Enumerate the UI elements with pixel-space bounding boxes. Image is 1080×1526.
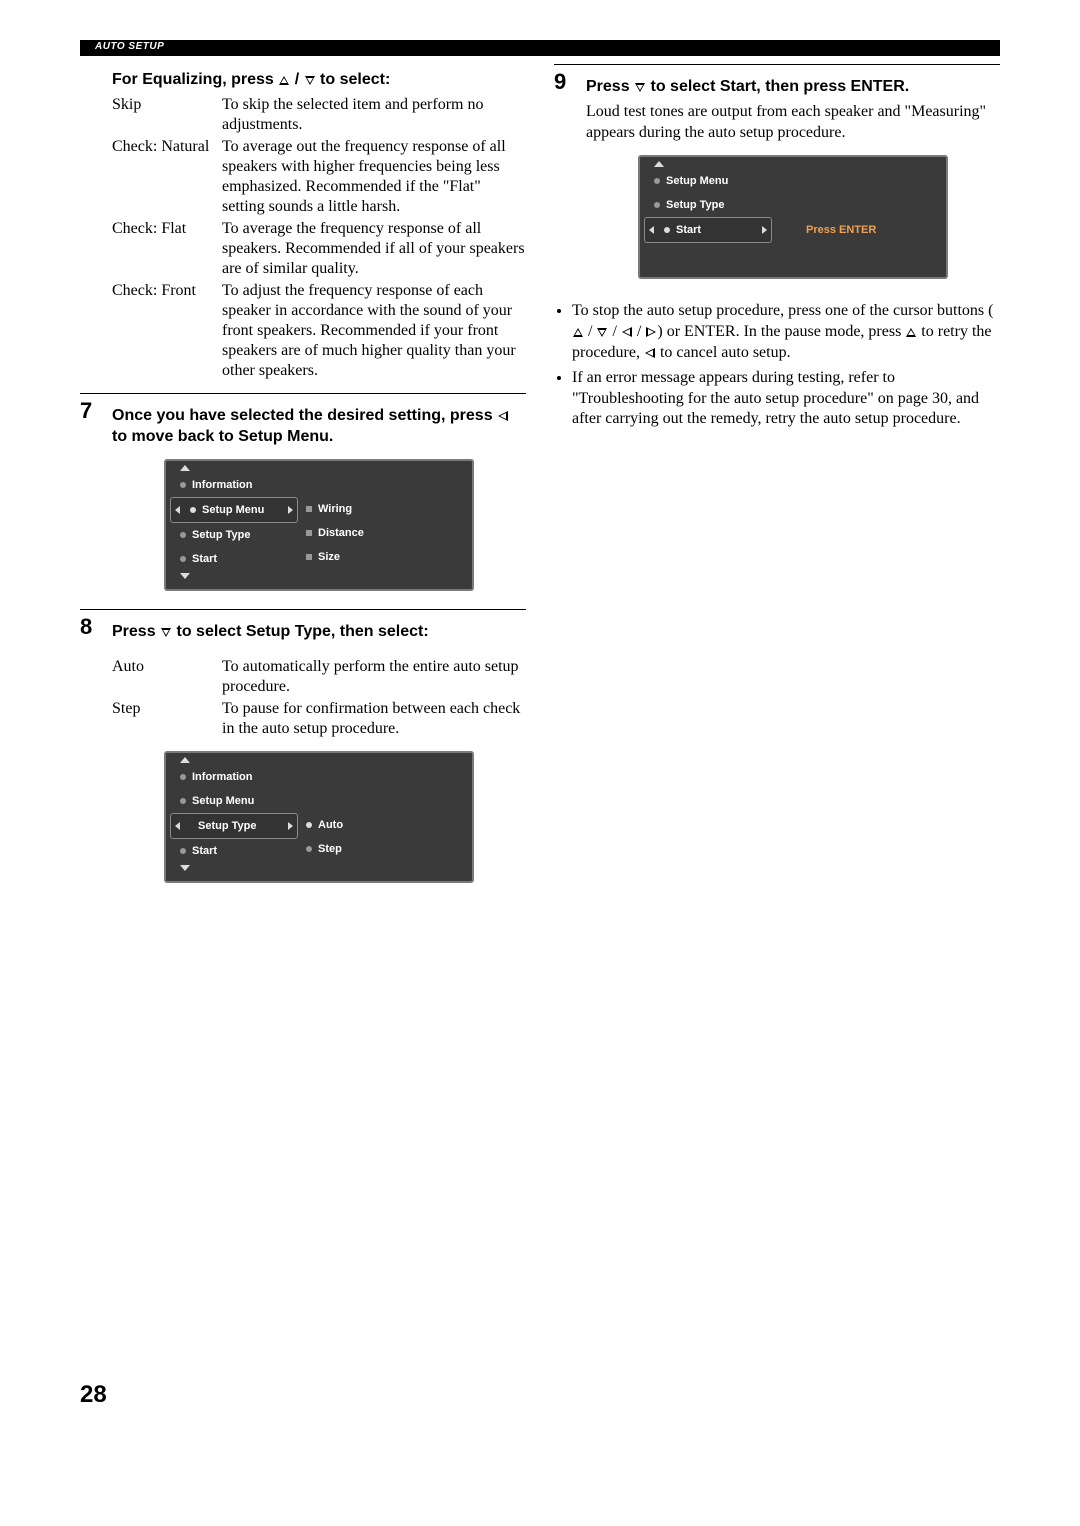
eq-option-natural: Check: Natural To average out the freque…	[112, 137, 526, 217]
step8-number: 8	[80, 616, 98, 901]
step9-number: 9	[554, 71, 572, 297]
down-icon	[161, 628, 171, 637]
osd-item-start: Start	[192, 845, 217, 857]
up-icon	[279, 76, 289, 85]
down-icon	[635, 83, 645, 92]
step8-option-step: Step To pause for confirmation between e…	[112, 699, 526, 739]
osd-item-setup-menu: Setup Menu	[666, 175, 728, 187]
header-title: AUTO SETUP	[95, 41, 164, 52]
right-column: 9 Press to select Start, then press ENTE…	[554, 64, 1000, 1409]
up-icon	[906, 328, 916, 337]
step9-notes: To stop the auto setup procedure, press …	[554, 301, 1000, 430]
osd-up-icon	[180, 465, 190, 471]
up-icon	[573, 328, 583, 337]
osd-down-icon	[180, 865, 190, 871]
step8-option-auto: Auto To automatically perform the entire…	[112, 657, 526, 697]
step9-osd: Setup Menu Setup Type Start Press ENTER	[638, 155, 948, 279]
osd-up-icon	[654, 161, 664, 167]
osd-right-icon	[288, 506, 293, 514]
osd-right-icon	[762, 226, 767, 234]
osd-sub-step: Step	[318, 843, 342, 855]
step7-osd: Information Setup Menu Setup Type Start …	[164, 459, 474, 591]
left-icon	[622, 327, 632, 337]
osd-sub-size: Size	[318, 551, 340, 563]
eq-option-flat: Check: Flat To average the frequency res…	[112, 219, 526, 279]
eq-option-front: Check: Front To adjust the frequency res…	[112, 281, 526, 381]
down-icon	[305, 76, 315, 85]
equalizing-heading: For Equalizing, press / to select:	[112, 70, 526, 91]
left-column: For Equalizing, press / to select: Skip …	[80, 64, 526, 1409]
osd-sub-auto: Auto	[318, 819, 343, 831]
osd-item-information: Information	[192, 479, 253, 491]
step9-body: Loud test tones are output from each spe…	[586, 102, 1000, 144]
step8-heading: Press to select Setup Type, then select:	[112, 622, 526, 643]
left-icon	[498, 411, 508, 421]
eq-option-skip: Skip To skip the selected item and perfo…	[112, 95, 526, 135]
step7-number: 7	[80, 400, 98, 610]
step7-heading: Once you have selected the desired setti…	[112, 406, 526, 448]
right-icon	[646, 327, 656, 337]
step9-heading: Press to select Start, then press ENTER.	[586, 77, 1000, 98]
osd-sub-wiring: Wiring	[318, 503, 352, 515]
osd-item-start: Start	[676, 224, 701, 236]
osd-press-enter: Press ENTER	[776, 222, 876, 236]
osd-item-information: Information	[192, 771, 253, 783]
osd-down-icon	[180, 573, 190, 579]
header-bar: AUTO SETUP	[80, 40, 1000, 56]
osd-item-setup-menu: Setup Menu	[192, 795, 254, 807]
osd-sub-distance: Distance	[318, 527, 364, 539]
osd-item-setup-type: Setup Type	[198, 820, 256, 832]
osd-item-setup-type: Setup Type	[192, 529, 250, 541]
osd-right-icon	[288, 822, 293, 830]
osd-item-start: Start	[192, 553, 217, 565]
step9-note-2: If an error message appears during testi…	[572, 368, 1000, 430]
page-number: 28	[80, 1381, 526, 1409]
osd-left-icon	[175, 506, 180, 514]
step9-note-1: To stop the auto setup procedure, press …	[572, 301, 1000, 363]
osd-up-icon	[180, 757, 190, 763]
step8-osd: Information Setup Menu Setup Type Start …	[164, 751, 474, 883]
left-icon	[645, 348, 655, 358]
osd-item-setup-menu: Setup Menu	[202, 504, 264, 516]
osd-left-icon	[175, 822, 180, 830]
osd-item-setup-type: Setup Type	[666, 199, 724, 211]
osd-left-icon	[649, 226, 654, 234]
down-icon	[597, 328, 607, 337]
